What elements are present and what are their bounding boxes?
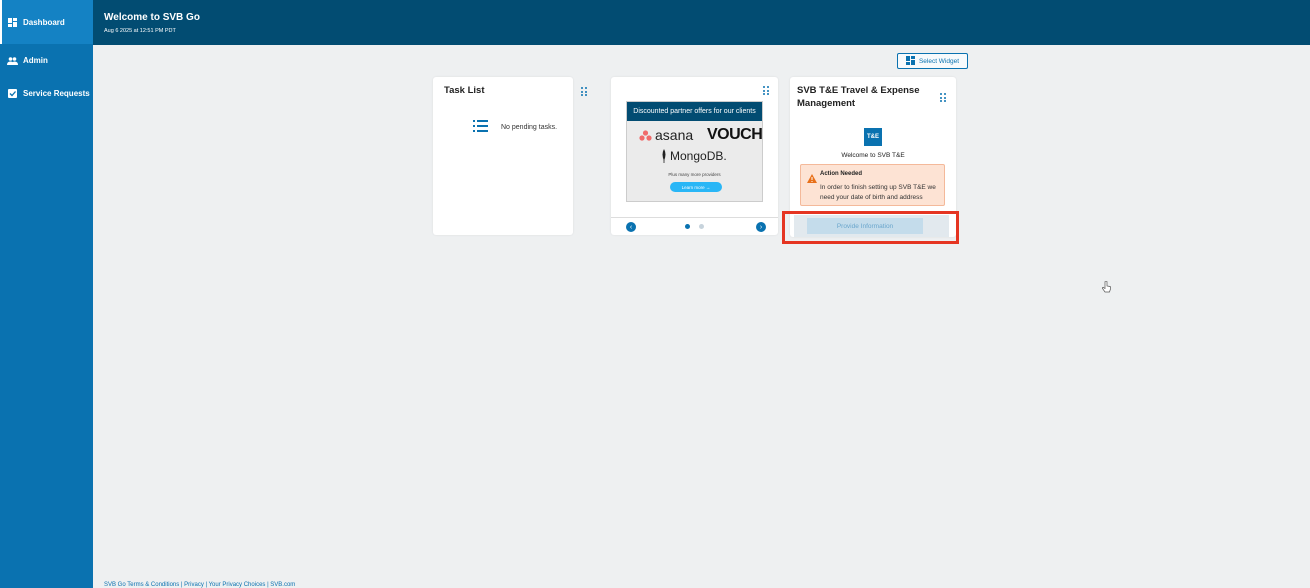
- mongodb-leaf-icon: [662, 149, 666, 163]
- sidebar-item-admin[interactable]: Admin: [0, 44, 93, 77]
- warning-icon: [807, 170, 817, 188]
- mongodb-logo: MongoDB.: [661, 149, 727, 163]
- list-icon: [473, 120, 488, 134]
- carousel-dot-active[interactable]: [685, 224, 690, 229]
- checkbox-icon: [6, 88, 18, 100]
- sidebar: Dashboard Admin Service Requests: [0, 0, 93, 588]
- drag-handle-icon[interactable]: [763, 86, 769, 95]
- partner-offers-banner[interactable]: Discounted partner offers for our client…: [626, 101, 763, 202]
- action-needed-alert: Action Needed In order to finish setting…: [800, 164, 945, 206]
- sidebar-item-label: Dashboard: [23, 17, 65, 27]
- learn-more-button[interactable]: Learn more →: [670, 182, 722, 192]
- asana-dots-icon: [639, 129, 652, 141]
- alert-text: In order to finish setting up SVB T&E we…: [820, 184, 936, 201]
- task-list-card: Task List No pending tasks.: [433, 77, 587, 235]
- alert-title: Action Needed: [820, 171, 863, 177]
- sidebar-item-label: Service Requests: [23, 89, 90, 98]
- people-icon: [6, 55, 18, 67]
- drag-handle-icon[interactable]: [581, 87, 587, 96]
- footer-links[interactable]: SVB Go Terms & Conditions | Privacy | Yo…: [104, 582, 295, 588]
- carousel-dot[interactable]: [699, 224, 704, 229]
- carousel-next-button[interactable]: ›: [756, 222, 766, 232]
- widget-grid-icon: [905, 55, 915, 67]
- task-list-empty-text: No pending tasks.: [501, 123, 558, 131]
- partner-offers-card: Discounted partner offers for our client…: [611, 77, 778, 235]
- page-timestamp: Aug 6 2025 at 12:51 PM PDT: [104, 28, 176, 34]
- select-widget-label: Select Widget: [918, 57, 960, 65]
- carousel-controls: ‹ ›: [611, 217, 778, 235]
- sidebar-item-dashboard[interactable]: Dashboard: [0, 0, 93, 44]
- page-title: Welcome to SVB Go: [104, 12, 200, 23]
- te-logo: T&E: [864, 128, 882, 146]
- sidebar-item-service-requests[interactable]: Service Requests: [0, 77, 93, 110]
- vouch-logo: VOUCH: [707, 126, 763, 143]
- task-list-empty: No pending tasks.: [473, 120, 557, 134]
- drag-handle-icon[interactable]: [940, 93, 946, 102]
- carousel-prev-button[interactable]: ‹: [626, 222, 636, 232]
- highlight-box: [782, 211, 959, 244]
- te-card-title: SVB T&E Travel & Expense Management: [797, 85, 920, 109]
- promo-more-text: Plus many more providers: [668, 172, 721, 177]
- dashboard-icon: [6, 16, 18, 28]
- select-widget-button[interactable]: Select Widget: [897, 53, 968, 69]
- page-header: Welcome to SVB Go Aug 6 2025 at 12:51 PM…: [93, 0, 1310, 45]
- task-list-title: Task List: [444, 85, 485, 96]
- hand-cursor-icon: [1101, 280, 1112, 298]
- promo-header: Discounted partner offers for our client…: [627, 102, 762, 121]
- sidebar-item-label: Admin: [23, 56, 48, 65]
- te-welcome-text: Welcome to SVB T&E: [841, 152, 905, 159]
- asana-logo: asana: [639, 127, 693, 143]
